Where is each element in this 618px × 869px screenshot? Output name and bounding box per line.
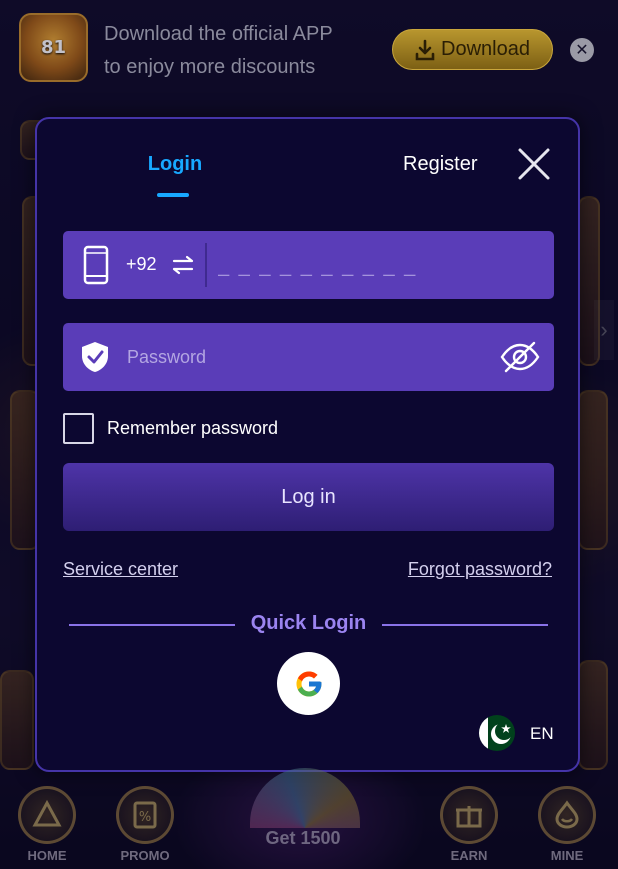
earn-badge: [440, 786, 498, 844]
nav-promo[interactable]: % PROMO: [100, 780, 190, 869]
language-selector[interactable]: EN: [530, 724, 554, 744]
close-icon: ✕: [575, 42, 589, 59]
nav-home-label: HOME: [27, 848, 67, 863]
tab-register[interactable]: Register: [403, 153, 477, 176]
active-tab-indicator: [157, 193, 189, 197]
login-modal: Login Register +92 Remembe: [35, 117, 580, 772]
download-button[interactable]: Download: [392, 29, 553, 70]
nav-promo-label: PROMO: [120, 848, 170, 863]
download-label: Download: [441, 38, 530, 60]
forgot-password-link[interactable]: Forgot password?: [408, 559, 552, 580]
pakistan-flag-icon[interactable]: [479, 715, 515, 751]
gift-icon: [456, 806, 482, 828]
app-logo-text: 81: [40, 37, 67, 58]
percent-tag-icon: %: [133, 801, 157, 829]
get-bonus-label[interactable]: Get 1500: [228, 828, 378, 849]
download-banner: 81 Download the official APP to enjoy mo…: [0, 0, 618, 96]
divider-line: [69, 624, 235, 626]
close-modal-button[interactable]: [516, 146, 552, 182]
phone-field: +92: [63, 231, 554, 299]
download-icon: [415, 39, 435, 60]
google-icon: [296, 671, 321, 696]
bottom-navigation: HOME % PROMO Get 1500 EARN MINE: [0, 768, 618, 869]
home-badge: [18, 786, 76, 844]
mine-badge: [538, 786, 596, 844]
close-banner-button[interactable]: ✕: [570, 38, 594, 62]
nav-earn-label: EARN: [450, 848, 488, 863]
log-in-button[interactable]: Log in: [63, 463, 554, 531]
phone-icon: [83, 245, 109, 285]
svg-text:%: %: [139, 810, 151, 825]
remember-password-checkbox[interactable]: [63, 413, 94, 444]
promo-badge: %: [116, 786, 174, 844]
divider-line: [382, 624, 548, 626]
eye-off-icon[interactable]: [500, 340, 540, 374]
tab-login[interactable]: Login: [147, 153, 203, 176]
nav-home[interactable]: HOME: [2, 780, 92, 869]
quick-login-title: Quick Login: [250, 612, 367, 634]
country-code-selector[interactable]: +92: [126, 254, 157, 275]
password-field: [63, 323, 554, 391]
banner-message: Download the official APP to enjoy more …: [104, 18, 333, 84]
app-logo[interactable]: 81: [19, 13, 88, 82]
swap-arrows-icon[interactable]: [172, 254, 194, 276]
nav-mine-label: MINE: [550, 848, 584, 863]
google-login-button[interactable]: [277, 652, 340, 715]
nav-earn[interactable]: EARN: [424, 780, 514, 869]
shield-check-icon: [82, 342, 108, 372]
home-icon: [32, 800, 62, 827]
password-input[interactable]: [127, 341, 487, 373]
nav-mine[interactable]: MINE: [522, 780, 612, 869]
user-drop-icon: [555, 800, 579, 829]
phone-divider: [205, 243, 207, 287]
banner-line-1: Download the official APP: [104, 23, 333, 45]
service-center-link[interactable]: Service center: [63, 559, 178, 580]
remember-password-label[interactable]: Remember password: [107, 418, 278, 439]
phone-input[interactable]: [218, 249, 518, 283]
banner-line-2: to enjoy more discounts: [104, 56, 316, 78]
